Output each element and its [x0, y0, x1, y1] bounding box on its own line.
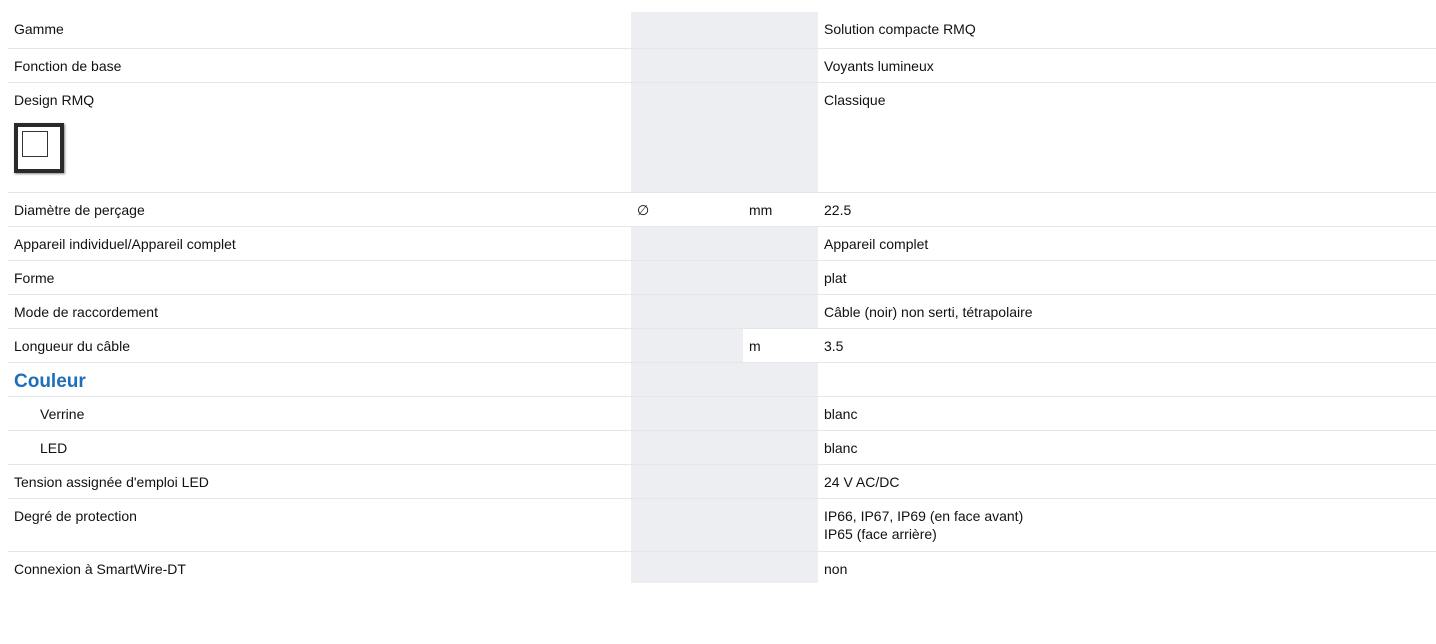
row-symbol: [631, 225, 743, 260]
row-label: Verrine: [8, 395, 631, 430]
row-symbol: [631, 293, 743, 328]
row-label: Gamme: [14, 21, 64, 37]
row-unit: [743, 463, 818, 498]
row-unit: [743, 395, 818, 430]
row-symbol: [631, 47, 743, 82]
row-value: 22.5: [818, 191, 1436, 226]
row-value: non: [818, 550, 1436, 583]
row-value: Voyants lumineux: [818, 47, 1436, 82]
table-row: Gamme Solution compacte RMQ: [8, 12, 1436, 48]
row-value: blanc: [818, 429, 1436, 464]
table-row: Degré de protection IP66, IP67, IP69 (en…: [8, 497, 1436, 551]
table-row: Mode de raccordement Câble (noir) non se…: [8, 293, 1436, 328]
row-value: blanc: [818, 395, 1436, 430]
row-value: IP66, IP67, IP69 (en face avant): [824, 507, 1024, 524]
row-value-line-2: IP65 (face arrière): [824, 525, 937, 542]
row-value-cell: IP66, IP67, IP69 (en face avant) IP65 (f…: [818, 497, 1436, 551]
row-value: Classique: [818, 81, 1436, 192]
row-unit: [743, 497, 818, 551]
table-row: Forme plat: [8, 259, 1436, 294]
row-label: Degré de protection: [8, 497, 631, 551]
row-symbol: [631, 327, 743, 362]
row-label: Forme: [8, 259, 631, 294]
row-label: Design RMQ: [14, 91, 95, 108]
table-row: Design RMQ Classique: [8, 81, 1436, 192]
row-symbol: [631, 463, 743, 498]
design-frame-inner: [22, 130, 48, 157]
row-label-cell: Design RMQ: [8, 81, 631, 192]
row-unit: [743, 47, 818, 82]
row-symbol: [631, 429, 743, 464]
row-symbol: [631, 12, 743, 48]
table-row: LED blanc: [8, 429, 1436, 464]
section-title: Couleur: [8, 361, 631, 396]
row-unit: [743, 293, 818, 328]
spec-table: Gamme Solution compacte RMQ Fonction de …: [8, 12, 1436, 583]
table-row: Longueur du câble m 3.5: [8, 327, 1436, 362]
row-value: Solution compacte RMQ: [824, 21, 976, 37]
row-unit: m: [743, 327, 818, 362]
table-row: Fonction de base Voyants lumineux: [8, 47, 1436, 82]
row-unit: [743, 259, 818, 294]
table-row: Diamètre de perçage ∅ mm 22.5: [8, 191, 1436, 226]
row-label: Longueur du câble: [8, 327, 631, 362]
table-row: Verrine blanc: [8, 395, 1436, 430]
row-symbol: [631, 550, 743, 583]
row-unit: [743, 225, 818, 260]
row-label: Tension assignée d'emploi LED: [8, 463, 631, 498]
row-label: Appareil individuel/Appareil complet: [8, 225, 631, 260]
row-symbol: [631, 361, 743, 396]
row-label: Diamètre de perçage: [8, 191, 631, 226]
row-unit: [743, 550, 818, 583]
table-row: Tension assignée d'emploi LED 24 V AC/DC: [8, 463, 1436, 498]
row-unit: [743, 12, 818, 48]
row-symbol: [631, 497, 743, 551]
table-row: Appareil individuel/Appareil complet App…: [8, 225, 1436, 260]
row-unit: mm: [743, 191, 818, 226]
row-unit: [743, 81, 818, 192]
rmq-classic-design-icon: [14, 122, 64, 173]
row-unit: [743, 361, 818, 396]
row-symbol: [631, 259, 743, 294]
section-row: Couleur: [8, 361, 1436, 396]
row-value: [818, 361, 1436, 396]
row-symbol: [631, 395, 743, 430]
table-row: Connexion à SmartWire-DT non: [8, 550, 1436, 583]
row-value: plat: [818, 259, 1436, 294]
row-value: 24 V AC/DC: [818, 463, 1436, 498]
row-label: Mode de raccordement: [8, 293, 631, 328]
row-label: LED: [8, 429, 631, 464]
row-label: Fonction de base: [8, 47, 631, 82]
row-label: Connexion à SmartWire-DT: [8, 550, 631, 583]
row-value: Câble (noir) non serti, tétrapolaire: [818, 293, 1436, 328]
row-symbol: [631, 81, 743, 192]
row-unit: [743, 429, 818, 464]
row-value: Appareil complet: [818, 225, 1436, 260]
row-value: 3.5: [818, 327, 1436, 362]
row-symbol: ∅: [631, 191, 743, 226]
